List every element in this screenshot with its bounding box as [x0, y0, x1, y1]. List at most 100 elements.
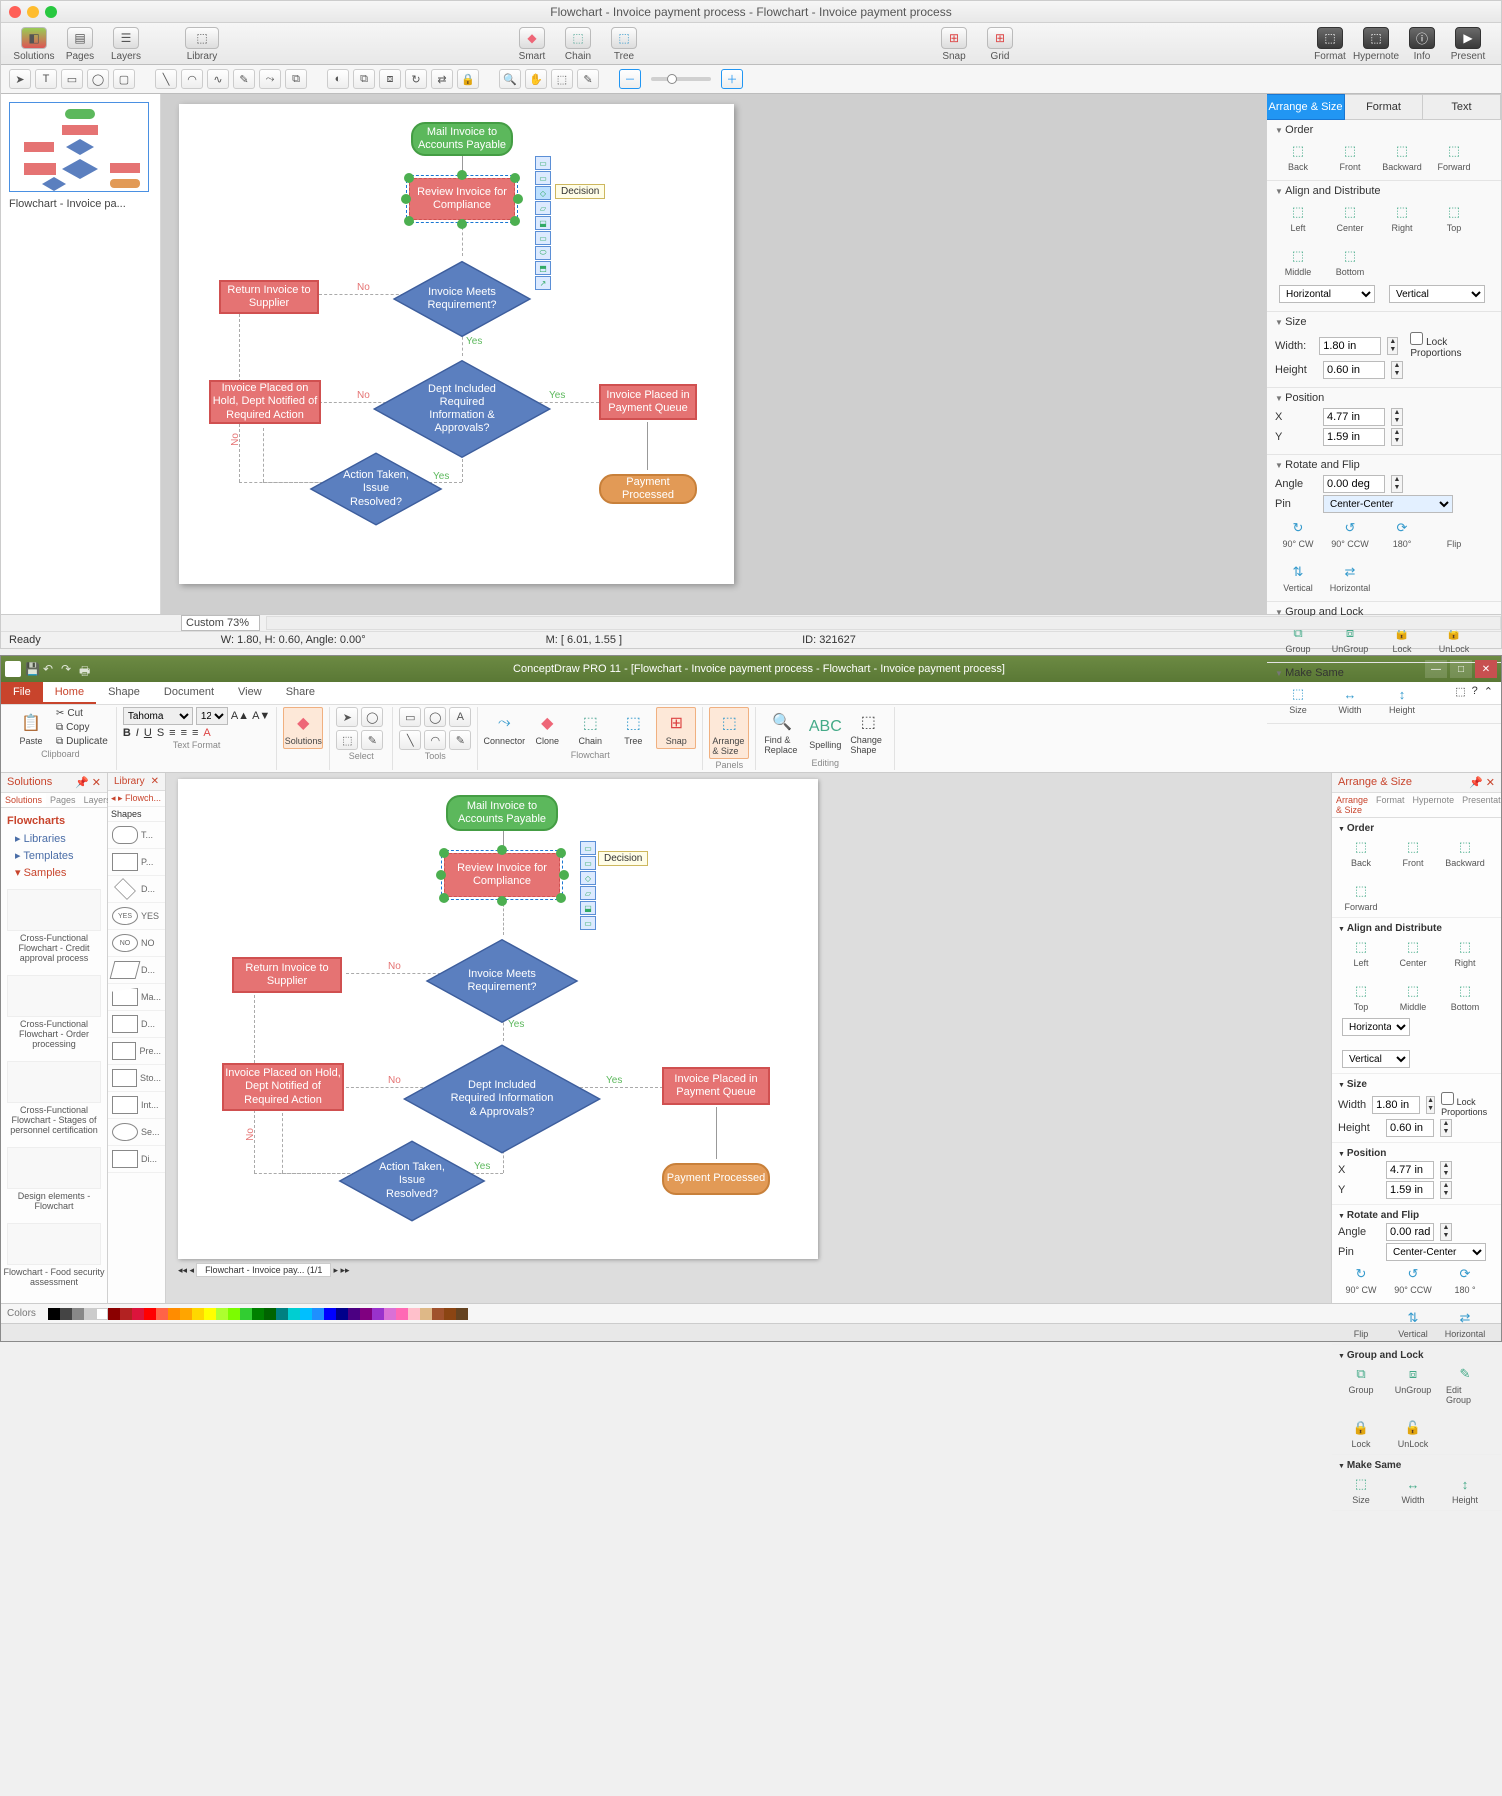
order-backward[interactable]: ⬚Backward	[1383, 142, 1421, 172]
lib-stored[interactable]: Sto...	[108, 1065, 165, 1092]
format-button[interactable]: ⬚Format	[1307, 27, 1353, 62]
a-bottom[interactable]: ⬚Bottom	[1446, 982, 1484, 1012]
pages-button[interactable]: ▤Pages	[57, 27, 103, 62]
duplicate-button[interactable]: ⧉ Duplicate	[54, 735, 110, 748]
color-swatches[interactable]	[48, 1308, 468, 1320]
distribute-vert[interactable]: Vertical	[1389, 285, 1485, 303]
paste-button[interactable]: 📋Paste	[11, 708, 51, 748]
qs-terminator[interactable]: ▭	[535, 156, 551, 170]
g-lock[interactable]: 🔒Lock	[1342, 1419, 1380, 1449]
lock-prop[interactable]	[1441, 1092, 1454, 1105]
qs-proc[interactable]: ▭	[580, 856, 596, 870]
library-button[interactable]: ⬚Library	[179, 27, 225, 62]
qa-print[interactable]: 🖶	[79, 662, 93, 676]
qa-save[interactable]: 💾	[25, 662, 39, 676]
y-input[interactable]	[1386, 1181, 1434, 1199]
tab-file[interactable]: File	[1, 682, 43, 704]
r-ccw[interactable]: ↺90° CCW	[1394, 1265, 1432, 1295]
tool-text[interactable]: A	[449, 707, 471, 727]
sel-lasso[interactable]: ◯	[361, 707, 383, 727]
width-input[interactable]	[1319, 337, 1381, 355]
order-forward[interactable]: ⬚Forward	[1342, 882, 1380, 912]
italic-btn[interactable]: I	[136, 727, 139, 739]
flip-v[interactable]: ⇅Vertical	[1394, 1309, 1432, 1339]
pointer-tool[interactable]: ➤	[9, 69, 31, 89]
align-right[interactable]: ⬚Right	[1383, 203, 1421, 233]
a-right[interactable]: ⬚Right	[1446, 938, 1484, 968]
tree-button[interactable]: ⬚Tree	[601, 27, 647, 62]
lib-direct[interactable]: Di...	[108, 1146, 165, 1173]
order-back[interactable]: ⬚Back	[1342, 838, 1380, 868]
tab-nav-next[interactable]: ▸ ▸▸	[333, 1265, 349, 1276]
quick-shape-panel[interactable]: ▭ ▭ ◇ ▱ ⬓ ▭	[580, 841, 596, 930]
qs-data[interactable]: ▱	[535, 201, 551, 215]
connector-button[interactable]: ⤳Connector	[484, 708, 524, 748]
dist-h[interactable]: Horizontal	[1342, 1018, 1410, 1036]
stepper[interactable]: ▲▼	[1391, 361, 1403, 379]
qs-pre[interactable]: ▭	[580, 916, 596, 930]
order-forward[interactable]: ⬚Forward	[1435, 142, 1473, 172]
qs-doc[interactable]: ⬓	[580, 901, 596, 915]
m-width[interactable]: ↔Width	[1394, 1475, 1432, 1505]
selection-handle[interactable]	[404, 173, 414, 183]
node-payment-processed[interactable]: Payment Processed	[662, 1163, 770, 1195]
underline-btn[interactable]: U	[144, 727, 152, 739]
edit-tool[interactable]: ◐	[327, 69, 349, 89]
selection-handle[interactable]	[439, 893, 449, 903]
snap-button[interactable]: ⊞Snap	[656, 707, 696, 749]
selection-handle[interactable]	[510, 173, 520, 183]
align-middle[interactable]: ⬚Middle	[1279, 247, 1317, 277]
node-action-taken[interactable]: Action Taken, Issue Resolved?	[329, 442, 423, 536]
align-l[interactable]: ≡	[169, 727, 175, 739]
help-icon[interactable]: ?	[1472, 685, 1478, 701]
grid-button[interactable]: ⊞Grid	[977, 27, 1023, 62]
selection-handle[interactable]	[510, 216, 520, 226]
line-tool[interactable]: ╲	[155, 69, 177, 89]
dist-v[interactable]: Vertical	[1342, 1050, 1410, 1068]
zoom-in[interactable]: ＋	[721, 69, 743, 89]
sample-1[interactable]: Cross-Functional Flowchart - Credit appr…	[1, 885, 107, 965]
group-tool[interactable]: ⧉	[353, 69, 375, 89]
spline-tool[interactable]: ∿	[207, 69, 229, 89]
strike-btn[interactable]: S	[157, 727, 164, 739]
lib-doc[interactable]: D...	[108, 1011, 165, 1038]
pen-tool[interactable]: ✎	[233, 69, 255, 89]
node-meets-req[interactable]: Invoice Meets Requirement?	[448, 927, 556, 1035]
lock-proportions[interactable]	[1410, 332, 1423, 345]
y-input[interactable]	[1323, 428, 1385, 446]
a-left[interactable]: ⬚Left	[1342, 938, 1380, 968]
maximize-button[interactable]: □	[1450, 660, 1472, 678]
same-size[interactable]: ⬚Size	[1279, 685, 1317, 715]
text-tool[interactable]: T	[35, 69, 57, 89]
tab-nav-prev[interactable]: ◂◂ ◂	[178, 1265, 194, 1276]
selection-handle[interactable]	[497, 896, 507, 906]
close-button[interactable]: ✕	[1475, 660, 1497, 678]
selection-handle[interactable]	[457, 219, 467, 229]
quick-shape-panel[interactable]: ▭ ▭ ◇ ▱ ⬓ ▭ ⬭ ⬒ ↗	[535, 156, 551, 290]
flip-v[interactable]: ⇅Vertical	[1279, 563, 1317, 593]
node-payment-processed[interactable]: Payment Processed	[599, 474, 697, 504]
order-front[interactable]: ⬚Front	[1331, 142, 1369, 172]
node-payment-queue[interactable]: Invoice Placed in Payment Queue	[599, 384, 697, 420]
smart-button[interactable]: ◆Smart	[509, 27, 555, 62]
a-top[interactable]: ⬚Top	[1342, 982, 1380, 1012]
chain-button[interactable]: ⬚Chain	[570, 708, 610, 748]
lib-no[interactable]: NONO	[108, 930, 165, 957]
rotate-180[interactable]: ⟳180°	[1383, 519, 1421, 549]
sample-2[interactable]: Cross-Functional Flowchart - Order proce…	[1, 971, 107, 1051]
canvas-area[interactable]: No Yes Yes No Yes No Mail Invoice to Acc…	[161, 94, 1266, 614]
selection-handle[interactable]	[556, 848, 566, 858]
align-r[interactable]: ≡	[192, 727, 198, 739]
sel-node[interactable]: ⬚	[336, 730, 358, 750]
zoom-tool[interactable]: 🔍	[499, 69, 521, 89]
distribute-horiz[interactable]: Horizontal	[1279, 285, 1375, 303]
tab-format[interactable]: Format	[1345, 94, 1423, 120]
find-button[interactable]: 🔍Find & Replace	[762, 707, 802, 757]
height-input[interactable]	[1323, 361, 1385, 379]
rotate-tool[interactable]: ↻	[405, 69, 427, 89]
chain-button[interactable]: ⬚Chain	[555, 27, 601, 62]
subtab-pages[interactable]: Pages	[46, 793, 80, 807]
mac-titlebar[interactable]: Flowchart - Invoice payment process - Fl…	[1, 1, 1501, 23]
align-center[interactable]: ⬚Center	[1331, 203, 1369, 233]
tab-arrange[interactable]: Arrange & Size	[1332, 793, 1372, 817]
